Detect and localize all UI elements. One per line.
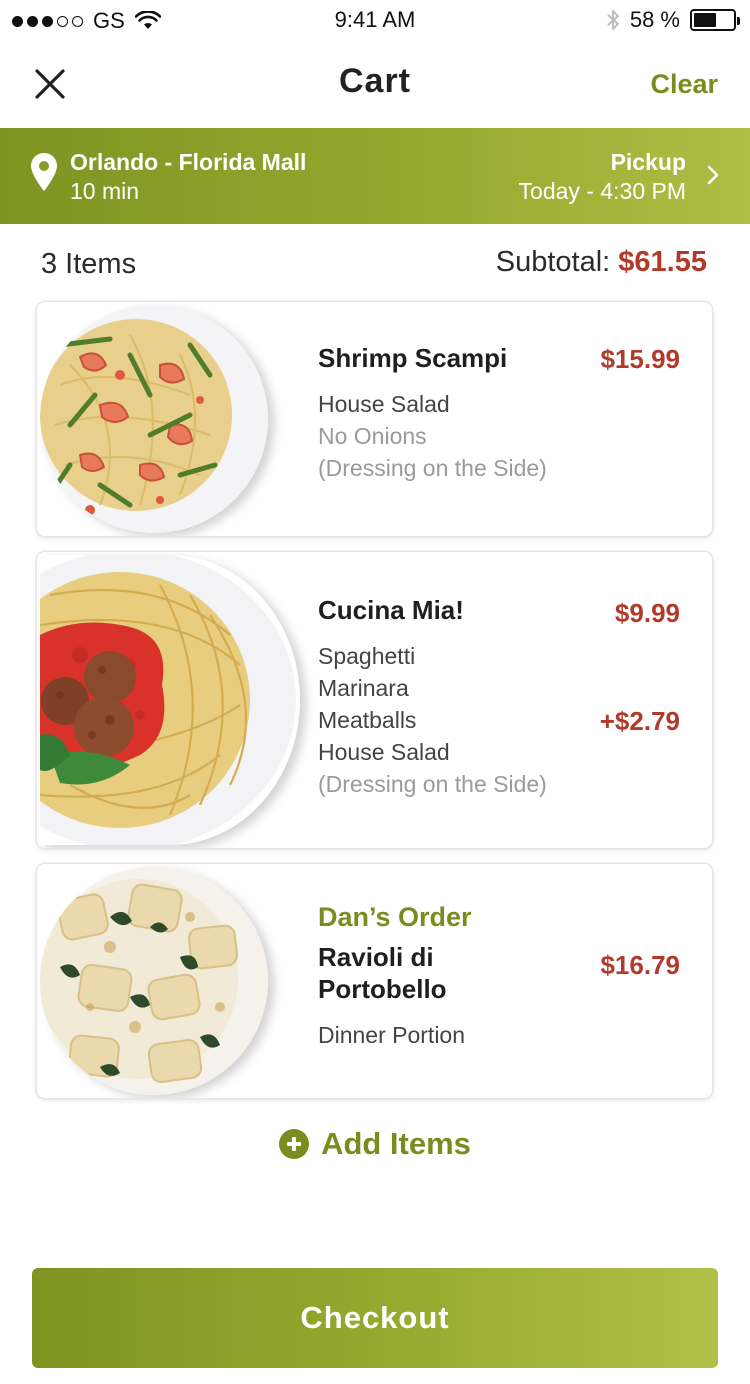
guest-order-label: Dan’s Order xyxy=(318,902,472,932)
item-option: Meatballs xyxy=(318,707,417,733)
cart-item-card[interactable]: Dan’s Order Ravioli di Portobello Dinner… xyxy=(37,864,712,1098)
item-option: House Salad xyxy=(318,391,450,417)
add-items-label: Add Items xyxy=(321,1126,471,1161)
item-option: Spaghetti xyxy=(318,643,416,669)
checkout-button[interactable]: Checkout xyxy=(32,1268,718,1368)
clear-button[interactable]: Clear xyxy=(650,69,718,100)
item-name-line-2: Portobello xyxy=(318,974,447,1004)
item-name: Shrimp Scampi xyxy=(318,343,508,373)
cart-item-details: Shrimp Scampi House Salad No Onions (Dre… xyxy=(318,342,547,484)
status-bar: GS 9:41 AM 58 % xyxy=(0,0,750,40)
checkout-label: Checkout xyxy=(300,1300,450,1335)
item-addon-price: +$2.79 xyxy=(599,706,680,736)
shrimp-scampi-image xyxy=(40,305,268,533)
subtotal-label: Subtotal: xyxy=(495,246,611,278)
item-option: Dinner Portion xyxy=(318,1022,466,1048)
item-name-line-1: Ravioli di xyxy=(318,942,434,972)
cart-item-card[interactable]: Shrimp Scampi House Salad No Onions (Dre… xyxy=(37,302,712,536)
nav-bar: Cart Clear xyxy=(0,40,750,128)
battery-group: 58 % xyxy=(606,7,740,33)
item-price: $15.99 xyxy=(600,344,680,374)
item-modifier: (Dressing on the Side) xyxy=(318,455,547,481)
ravioli-image xyxy=(40,867,268,1095)
battery-percent: 58 % xyxy=(629,7,680,32)
location-eta: 10 min xyxy=(70,178,140,204)
cart-item-card[interactable]: Cucina Mia! Spaghetti Marinara Meatballs… xyxy=(37,552,712,848)
item-price: $9.99 xyxy=(614,598,680,628)
item-option: House Salad xyxy=(318,739,450,765)
cart-item-details: Cucina Mia! Spaghetti Marinara Meatballs… xyxy=(318,594,547,800)
battery-icon xyxy=(690,9,740,31)
add-items-button[interactable]: Add Items xyxy=(0,1126,750,1162)
subtotal: Subtotal: $61.55 xyxy=(496,246,707,279)
pickup-time: Today - 4:30 PM xyxy=(518,178,686,204)
items-count: 3 Items xyxy=(41,248,137,280)
cart-item-details: Dan’s Order Ravioli di Portobello Dinner… xyxy=(318,902,472,1051)
battery-level xyxy=(694,13,717,27)
item-modifier: (Dressing on the Side) xyxy=(318,771,547,797)
location-pin-icon xyxy=(31,153,57,191)
spaghetti-meatballs-image xyxy=(40,555,296,845)
pickup-banner[interactable]: Orlando - Florida Mall 10 min Pickup Tod… xyxy=(0,128,750,224)
item-modifier: No Onions xyxy=(318,423,427,449)
item-name: Cucina Mia! xyxy=(318,595,464,625)
page-title: Cart xyxy=(338,62,412,100)
chevron-right-icon xyxy=(707,165,719,185)
pickup-mode: Pickup xyxy=(610,149,686,175)
location-name: Orlando - Florida Mall xyxy=(70,149,307,175)
subtotal-amount: $61.55 xyxy=(618,246,707,278)
item-option: Marinara xyxy=(318,675,409,701)
bluetooth-icon xyxy=(607,10,619,30)
item-price: $16.79 xyxy=(600,950,680,980)
plus-circle-icon xyxy=(279,1129,310,1159)
